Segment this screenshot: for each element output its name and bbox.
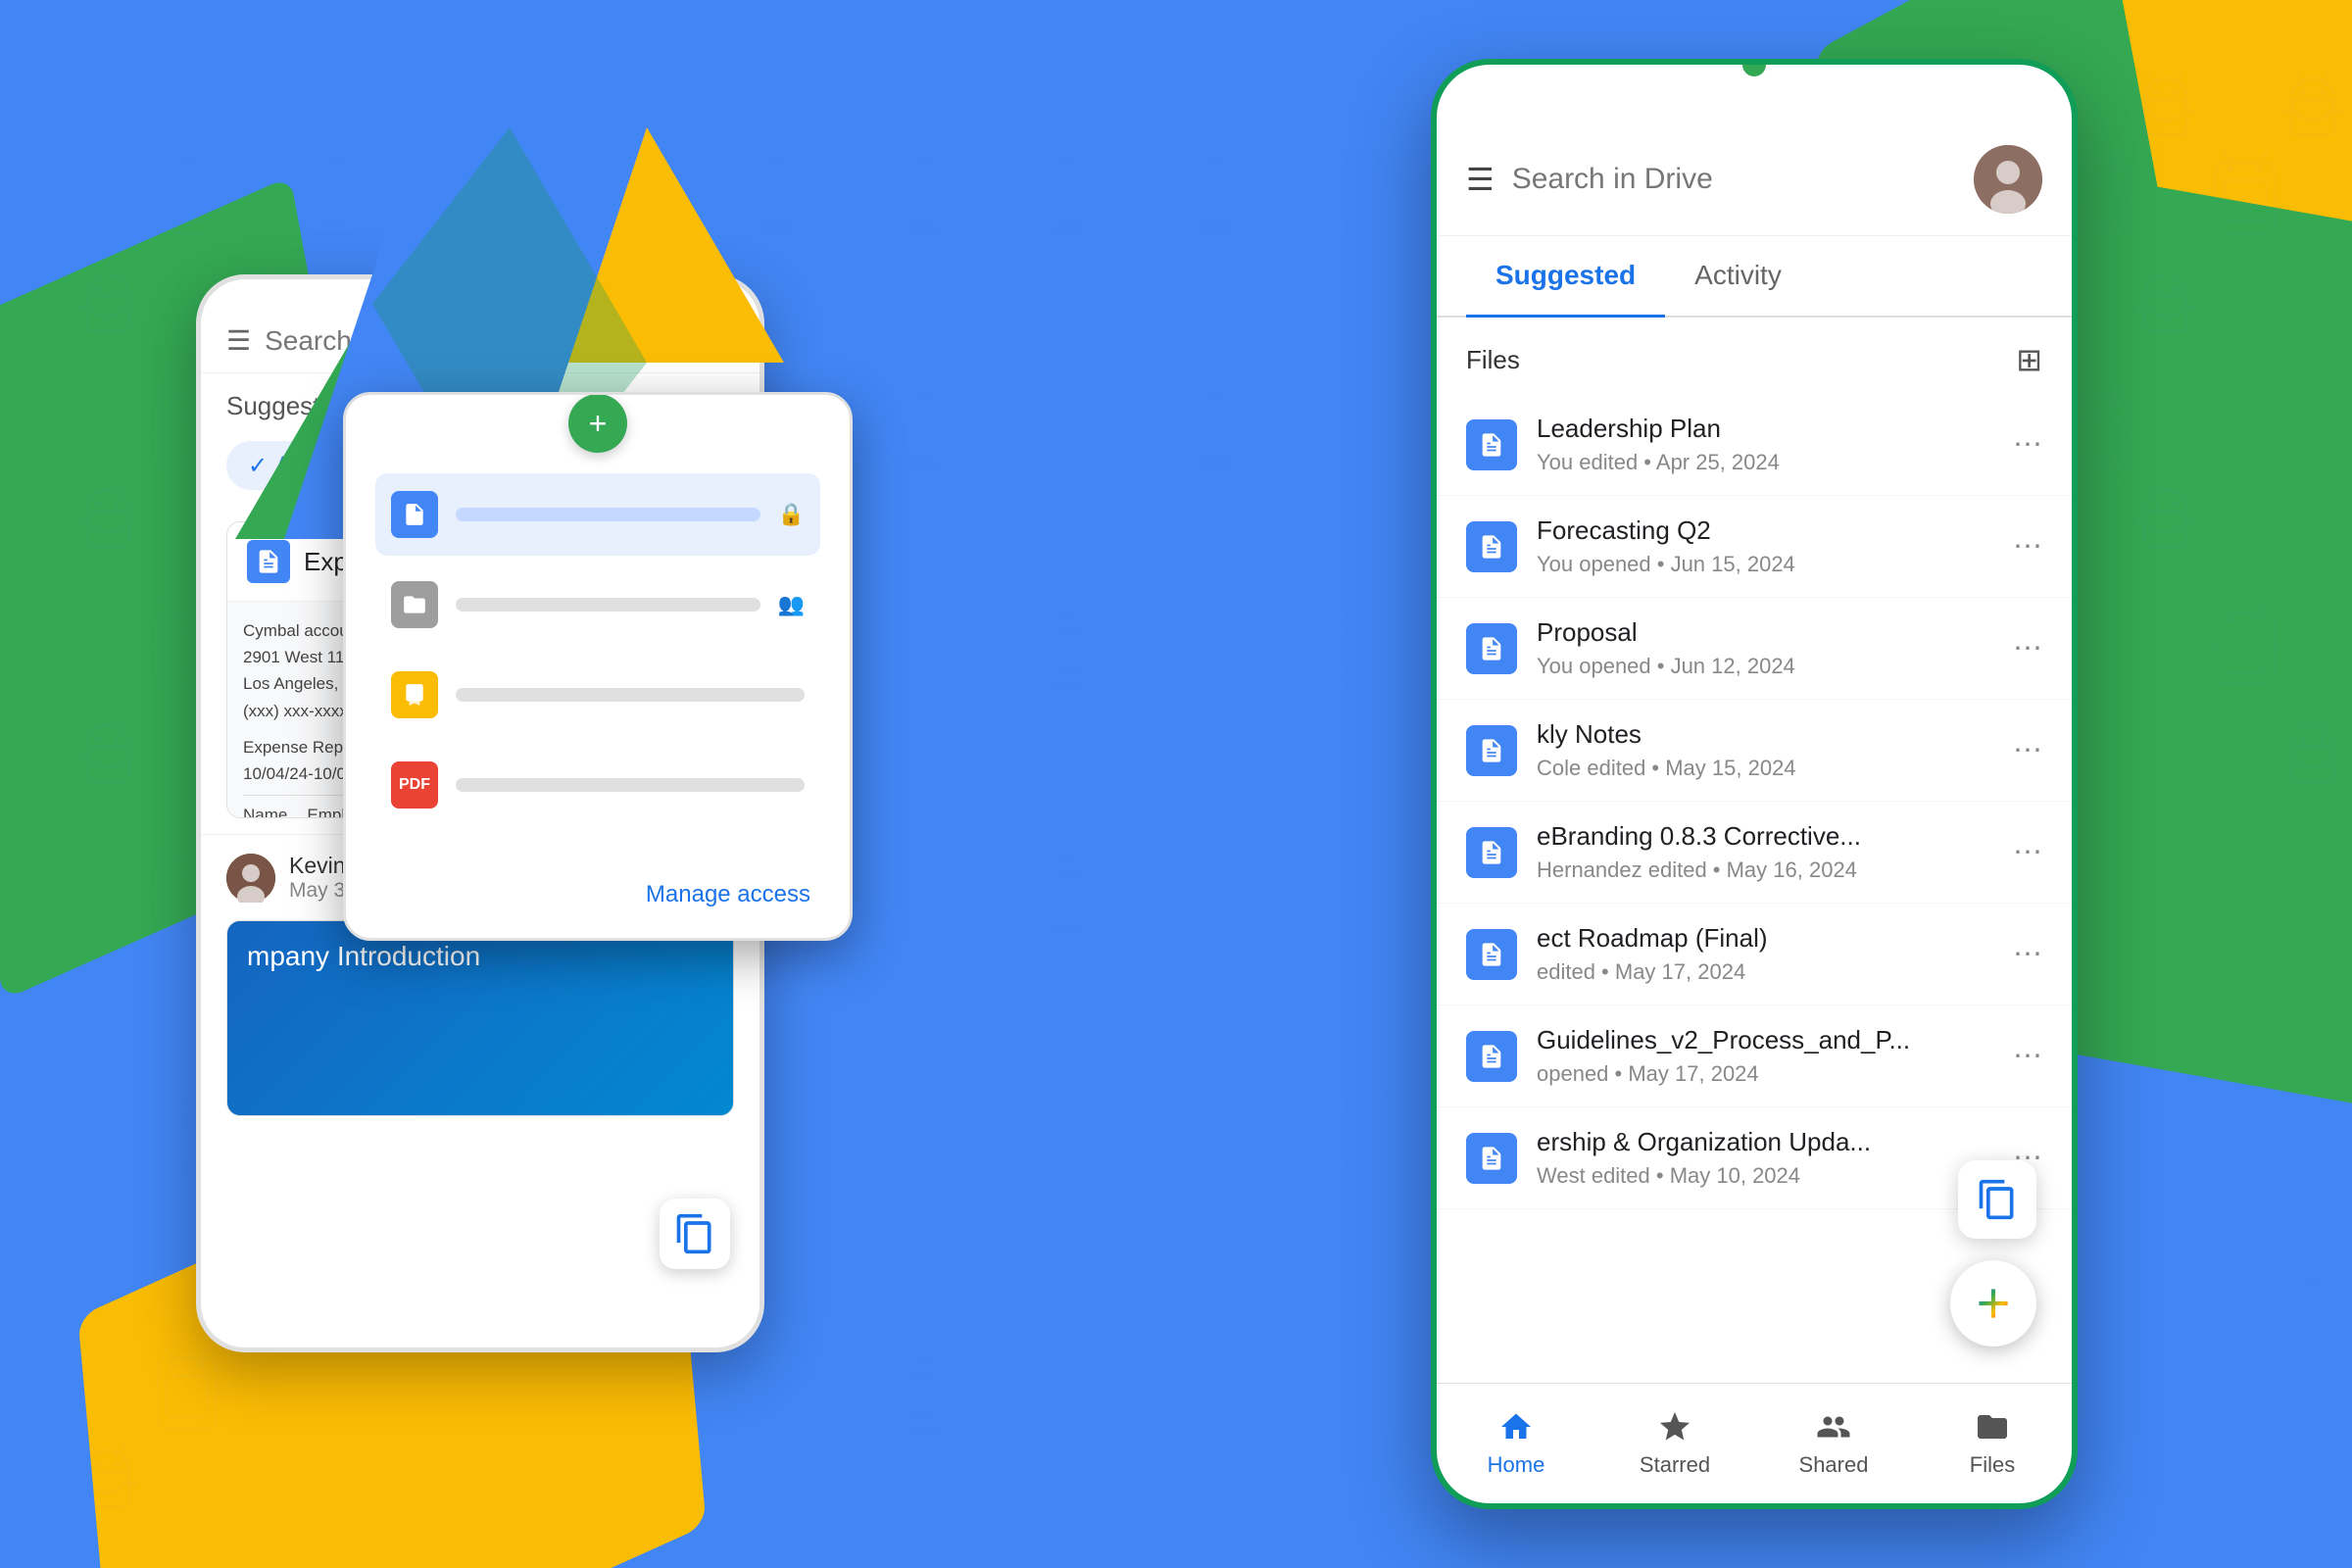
phone-notch	[1742, 59, 1766, 76]
more-options-icon[interactable]: ⋯	[2013, 529, 2042, 564]
nav-label-starred: Starred	[1640, 1452, 1710, 1478]
user-avatar[interactable]	[1974, 145, 2042, 214]
home-icon	[1498, 1409, 1534, 1445]
nav-item-home[interactable]: Home	[1437, 1399, 1595, 1488]
doc-icon	[1466, 419, 1517, 470]
doc-icon	[1466, 1031, 1517, 1082]
list-item[interactable]: Guidelines_v2_Process_and_P... opened • …	[1437, 1005, 2072, 1107]
file-info: Proposal You opened • Jun 12, 2024	[1537, 617, 1993, 679]
doc-icon	[1466, 521, 1517, 572]
file-info: ect Roadmap (Final) edited • May 17, 202…	[1537, 923, 1993, 985]
file-name: eBranding 0.8.3 Corrective...	[1537, 821, 1993, 852]
file-info: Leadership Plan You edited • Apr 25, 202…	[1537, 414, 1993, 475]
lock-icon: 🔒	[778, 502, 805, 527]
file-info: eBranding 0.8.3 Corrective... Hernandez …	[1537, 821, 1993, 883]
copy-icon-secondary	[673, 1212, 716, 1255]
files-header: Files ⊞	[1437, 318, 2072, 394]
search-bar[interactable]: ☰ Search in Drive	[1437, 123, 2072, 236]
dialog-item-doc[interactable]: 🔒	[375, 473, 820, 556]
keep-type-icon	[391, 671, 438, 718]
item-bar	[456, 598, 760, 612]
pdf-type-icon: PDF	[391, 761, 438, 808]
people-icon-dialog: 👥	[778, 592, 805, 617]
company-title: mpany Introduction	[247, 941, 713, 972]
files-label: Files	[1466, 345, 1520, 375]
nav-label-home: Home	[1488, 1452, 1545, 1478]
bottom-nav: Home Starred Shared Files	[1437, 1383, 2072, 1503]
doc-icon	[1466, 1133, 1517, 1184]
dialog-content: 🔒 👥 PDF	[346, 395, 850, 863]
new-button[interactable]: +	[568, 394, 627, 453]
list-item[interactable]: eBranding 0.8.3 Corrective... Hernandez …	[1437, 802, 2072, 904]
company-intro-card[interactable]: mpany Introduction	[226, 920, 734, 1116]
more-options-icon[interactable]: ⋯	[2013, 631, 2042, 665]
more-options-icon[interactable]: ⋯	[2013, 733, 2042, 767]
item-bar	[456, 688, 805, 702]
tab-activity[interactable]: Activity	[1665, 236, 1811, 318]
file-meta: Cole edited • May 15, 2024	[1537, 756, 1993, 781]
folder-icon	[1975, 1409, 2010, 1445]
tabs: Suggested Activity	[1437, 236, 2072, 318]
tab-suggested[interactable]: Suggested	[1466, 236, 1665, 318]
file-info: Forecasting Q2 You opened • Jun 15, 2024	[1537, 515, 1993, 577]
folder-type-icon	[391, 581, 438, 628]
user-avatar-small	[226, 854, 275, 903]
list-item[interactable]: Proposal You opened • Jun 12, 2024 ⋯	[1437, 598, 2072, 700]
nav-label-shared: Shared	[1799, 1452, 1869, 1478]
file-meta: You opened • Jun 15, 2024	[1537, 552, 1993, 577]
list-item[interactable]: Leadership Plan You edited • Apr 25, 202…	[1437, 394, 2072, 496]
copy-icon	[1976, 1178, 2019, 1221]
manage-access-link[interactable]: Manage access	[646, 881, 810, 908]
file-name: Proposal	[1537, 617, 1993, 648]
file-name: ership & Organization Upda...	[1537, 1127, 1993, 1157]
phone-main: ☰ Search in Drive Suggested Activity Fil…	[1431, 59, 2078, 1509]
item-bar-active	[456, 508, 760, 521]
doc-type-icon	[391, 491, 438, 538]
file-name: Forecasting Q2	[1537, 515, 1993, 546]
plus-icon-dialog: +	[589, 406, 608, 442]
file-name: Leadership Plan	[1537, 414, 1993, 444]
dialog-item-pdf[interactable]: PDF	[375, 744, 820, 826]
plus-icon	[1969, 1279, 2018, 1328]
fab-button[interactable]	[1950, 1260, 2036, 1347]
list-item[interactable]: ect Roadmap (Final) edited • May 17, 202…	[1437, 904, 2072, 1005]
more-options-icon[interactable]: ⋯	[2013, 1039, 2042, 1073]
doc-icon	[1466, 725, 1517, 776]
more-options-icon[interactable]: ⋯	[2013, 835, 2042, 869]
file-info: Guidelines_v2_Process_and_P... opened • …	[1537, 1025, 1993, 1087]
list-item[interactable]: Forecasting Q2 You opened • Jun 15, 2024…	[1437, 496, 2072, 598]
file-name: Guidelines_v2_Process_and_P...	[1537, 1025, 1993, 1055]
item-bar	[456, 778, 805, 792]
access-dialog: + 🔒 👥 PDF	[343, 392, 853, 941]
more-options-icon[interactable]: ⋯	[2013, 427, 2042, 462]
search-input[interactable]: Search in Drive	[1512, 163, 1956, 196]
file-meta: opened • May 17, 2024	[1537, 1061, 1993, 1087]
nav-item-starred[interactable]: Starred	[1595, 1399, 1754, 1488]
grid-view-icon[interactable]: ⊞	[2016, 341, 2042, 378]
more-options-icon[interactable]: ⋯	[2013, 937, 2042, 971]
copy-icon-button-secondary[interactable]	[660, 1199, 730, 1269]
nav-item-shared[interactable]: Shared	[1754, 1399, 1913, 1488]
nav-label-files: Files	[1970, 1452, 2015, 1478]
list-item[interactable]: kly Notes Cole edited • May 15, 2024 ⋯	[1437, 700, 2072, 802]
file-meta: Hernandez edited • May 16, 2024	[1537, 858, 1993, 883]
file-meta: You edited • Apr 25, 2024	[1537, 450, 1993, 475]
file-meta: You opened • Jun 12, 2024	[1537, 654, 1993, 679]
star-icon	[1657, 1409, 1692, 1445]
file-meta: West edited • May 10, 2024	[1537, 1163, 1993, 1189]
file-info: kly Notes Cole edited • May 15, 2024	[1537, 719, 1993, 781]
people-icon	[1816, 1409, 1851, 1445]
copy-button[interactable]	[1958, 1160, 2036, 1239]
nav-item-files[interactable]: Files	[1913, 1399, 2072, 1488]
file-meta: edited • May 17, 2024	[1537, 959, 1993, 985]
hamburger-menu-icon[interactable]: ☰	[1466, 161, 1494, 198]
doc-icon	[1466, 827, 1517, 878]
doc-icon	[1466, 929, 1517, 980]
doc-icon	[1466, 623, 1517, 674]
dialog-item-keep[interactable]	[375, 654, 820, 736]
file-info: ership & Organization Upda... West edite…	[1537, 1127, 1993, 1189]
file-name: ect Roadmap (Final)	[1537, 923, 1993, 954]
file-name: kly Notes	[1537, 719, 1993, 750]
dialog-item-folder[interactable]: 👥	[375, 564, 820, 646]
